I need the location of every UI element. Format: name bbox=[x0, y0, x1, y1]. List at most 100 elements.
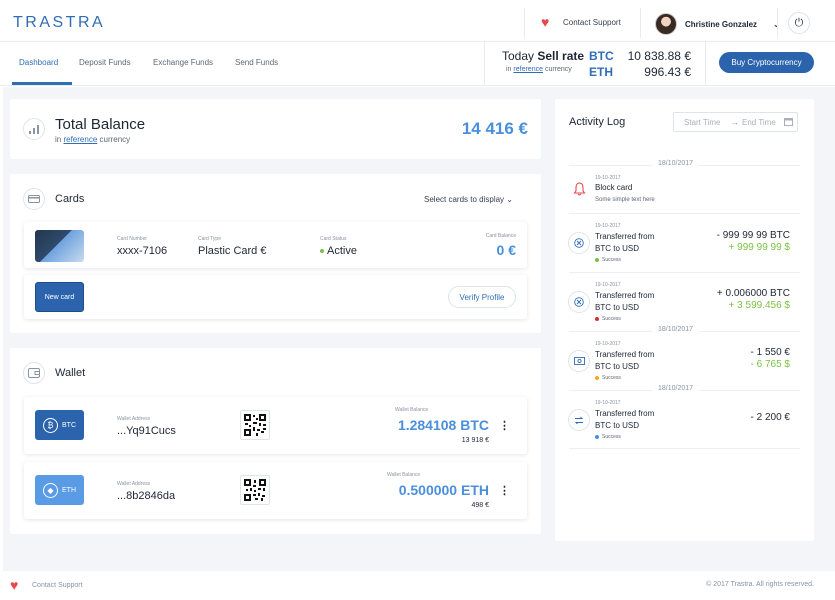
wallet-fiat-value: 13 918 € bbox=[461, 437, 489, 444]
total-balance-subtitle: in reference currency bbox=[55, 135, 130, 144]
amount-secondary: + 999 99 99 $ bbox=[728, 242, 790, 253]
coin-name: BTC bbox=[62, 421, 76, 429]
copyright: © 2017 Trastra. All rights reserved. bbox=[706, 581, 814, 588]
tab-send-funds[interactable]: Send Funds bbox=[235, 58, 278, 67]
wallet-fiat-value: 498 € bbox=[471, 502, 489, 509]
buy-cryptocurrency-button[interactable]: Buy Cryptocurrency bbox=[719, 52, 814, 73]
calendar-icon bbox=[784, 117, 793, 128]
status-label: Success bbox=[602, 434, 621, 440]
wallet-icon bbox=[23, 362, 45, 384]
credit-card-image bbox=[35, 230, 84, 262]
select-cards-dropdown[interactable]: Select cards to display ⌄ bbox=[424, 195, 513, 204]
qr-code-icon[interactable] bbox=[240, 410, 270, 440]
divider bbox=[569, 448, 800, 449]
logo[interactable]: TRASTRA bbox=[13, 14, 105, 32]
activity-title-line2: BTC to USD bbox=[595, 303, 640, 312]
divider bbox=[777, 8, 778, 38]
ethereum-icon: ◆ bbox=[43, 482, 58, 498]
activity-title-line2: BTC to USD bbox=[595, 244, 640, 253]
heart-icon: ♥ bbox=[10, 577, 19, 593]
activity-title-line1: Transferred from bbox=[595, 232, 655, 241]
card-balance: 0 € bbox=[496, 242, 516, 258]
status-dot bbox=[595, 257, 599, 262]
qr-code-icon[interactable] bbox=[240, 475, 270, 505]
contact-support-label: Contact Support bbox=[563, 18, 621, 27]
transfer-icon bbox=[568, 291, 590, 313]
status-badge: Success bbox=[595, 375, 621, 381]
activity-date: 19-10-2017 bbox=[595, 175, 621, 181]
status-dot bbox=[320, 249, 324, 254]
currency-label: currency bbox=[544, 66, 572, 73]
amount-primary: - 2 200 € bbox=[750, 412, 790, 423]
tab-exchange-funds[interactable]: Exchange Funds bbox=[153, 58, 213, 67]
user-name: Christine Gonzalez bbox=[685, 19, 758, 29]
status-label: Success bbox=[602, 375, 621, 381]
status-badge: Success bbox=[595, 257, 621, 263]
in-label: in bbox=[506, 66, 512, 73]
status-dot bbox=[595, 434, 599, 439]
status-dot bbox=[595, 375, 599, 380]
date-separator: 18/10/2017 bbox=[652, 326, 700, 333]
amount-secondary: - 6 765 $ bbox=[750, 359, 790, 370]
btc-coin-badge: ₿ BTC bbox=[35, 410, 84, 440]
top-bar: TRASTRA ♥ Contact Support Christine Gonz… bbox=[0, 0, 835, 42]
arrow-right-icon: → bbox=[731, 118, 739, 127]
activity-title: Transferred from BTC to USD bbox=[595, 231, 654, 255]
wallet-title: Wallet bbox=[55, 367, 86, 379]
contact-support-link[interactable]: ♥ Contact Support bbox=[541, 15, 621, 29]
more-vertical-icon[interactable]: ⋮ bbox=[499, 484, 510, 497]
new-card-button[interactable]: New card bbox=[35, 282, 84, 312]
footer-contact-support-link[interactable]: ♥ Contact Support bbox=[10, 577, 83, 593]
activity-date: 19-10-2017 bbox=[595, 282, 621, 288]
amount-secondary: + 3 599.456 $ bbox=[728, 300, 790, 311]
amount-primary: - 1 550 € bbox=[750, 347, 790, 358]
wallet-address-label: Wallet Address bbox=[117, 416, 151, 422]
tab-deposit-funds[interactable]: Deposit Funds bbox=[79, 58, 131, 67]
card-type-label: Card Type bbox=[198, 236, 221, 242]
tab-dashboard[interactable]: Dashboard bbox=[19, 58, 58, 67]
card-type: Plastic Card € bbox=[198, 245, 267, 257]
eth-coin-badge: ◆ ETH bbox=[35, 475, 84, 505]
contact-support-label: Contact Support bbox=[32, 582, 83, 589]
eth-rate: 996.43 € bbox=[644, 65, 691, 79]
user-menu[interactable]: Christine Gonzalez ⌄ bbox=[655, 13, 780, 35]
end-time-input[interactable]: End Time bbox=[742, 118, 776, 127]
more-vertical-icon[interactable]: ⋮ bbox=[499, 419, 510, 432]
wallet-address: ...8b2846da bbox=[117, 490, 176, 502]
status-dot bbox=[595, 316, 599, 321]
activity-title: Transferred from BTC to USD bbox=[595, 349, 654, 373]
start-time-input[interactable]: Start Time bbox=[684, 118, 720, 127]
divider bbox=[569, 213, 800, 214]
wallet-balance-label: Wallet Balance bbox=[395, 407, 429, 413]
activity-description: Some simple text here bbox=[595, 197, 655, 203]
bitcoin-icon: ₿ bbox=[43, 417, 58, 433]
wallet-balance-label: Wallet Balance bbox=[387, 472, 421, 478]
btc-rate: 10 838.88 € bbox=[627, 49, 691, 63]
card-number-label: Card Number bbox=[117, 236, 148, 242]
activity-title-line2: BTC to USD bbox=[595, 421, 640, 430]
today-label: Today bbox=[502, 49, 535, 63]
activity-date: 19-10-2017 bbox=[595, 341, 621, 347]
status-badge: Success bbox=[595, 434, 621, 440]
activity-title-line1: Transferred from bbox=[595, 291, 655, 300]
activity-date: 19-10-2017 bbox=[595, 400, 621, 406]
rate-heading: Today Sell rate bbox=[502, 49, 584, 63]
rate-reference: in reference currency bbox=[506, 66, 572, 73]
wallet-balance: 1.284108 BTC bbox=[397, 417, 489, 433]
activity-log-title: Activity Log bbox=[569, 116, 626, 128]
nav-bar: Dashboard Deposit Funds Exchange Funds S… bbox=[0, 42, 835, 86]
sell-rate-label: Sell rate bbox=[537, 49, 585, 63]
date-range-picker[interactable]: Start Time → End Time bbox=[673, 112, 798, 132]
avatar bbox=[655, 13, 677, 35]
coin-name: ETH bbox=[62, 486, 76, 494]
reference-link[interactable]: reference bbox=[513, 66, 543, 73]
reference-link[interactable]: reference bbox=[63, 135, 97, 144]
total-balance-title: Total Balance bbox=[55, 116, 146, 133]
power-icon[interactable]: ⏻ bbox=[788, 12, 810, 34]
activity-title: Transferred from BTC to USD bbox=[595, 290, 654, 314]
verify-profile-button[interactable]: Verify Profile bbox=[448, 286, 516, 308]
chevron-down-icon: ⌄ bbox=[506, 195, 513, 204]
activity-title-line1: Transferred from bbox=[595, 409, 655, 418]
divider bbox=[569, 272, 800, 273]
date-separator: 18/10/2017 bbox=[652, 160, 700, 167]
